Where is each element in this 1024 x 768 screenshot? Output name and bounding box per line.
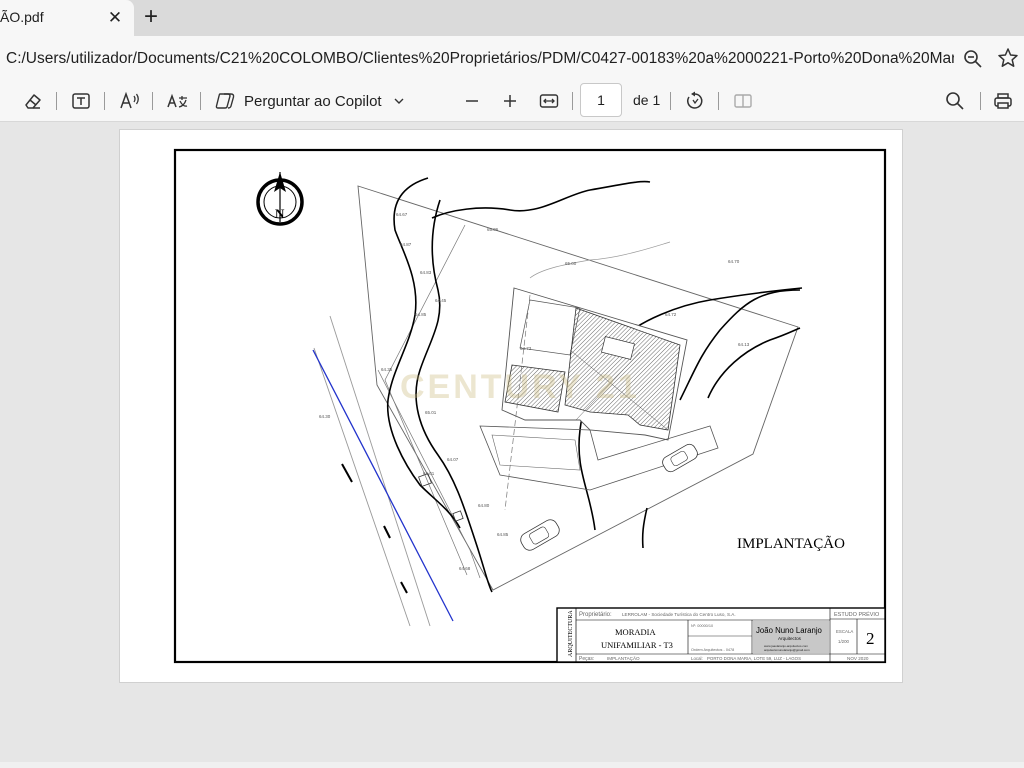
svg-text:64.73: 64.73 [520, 346, 532, 351]
zoom-out-button[interactable] [460, 88, 484, 114]
page-total: de 1 [633, 92, 661, 108]
svg-text:64.35: 64.35 [381, 367, 393, 372]
zoom-out-icon[interactable] [962, 48, 984, 70]
rotate-icon [687, 91, 703, 109]
svg-text:NOV 2020: NOV 2020 [847, 656, 869, 661]
svg-text:64.83: 64.83 [420, 270, 432, 275]
toolbar-divider [200, 92, 201, 110]
copilot-button[interactable]: Perguntar ao Copilot [214, 88, 406, 114]
copilot-icon [215, 93, 235, 109]
title-block: ARQUITECTURA Proprietário: LERROLAM - So… [556, 607, 886, 663]
svg-text:LERROLAM - Sociedade Turística: LERROLAM - Sociedade Turística do Centro… [622, 612, 736, 617]
svg-text:64.01: 64.01 [423, 471, 435, 476]
svg-text:65.06: 65.06 [487, 227, 499, 232]
svg-text:Proprietário:: Proprietário: [579, 612, 612, 618]
svg-text:64.67: 64.67 [396, 212, 408, 217]
toolbar-divider [572, 92, 573, 110]
svg-text:Local:: Local: [691, 656, 703, 661]
fit-width-icon [539, 94, 559, 108]
toolbar-divider [980, 92, 981, 110]
svg-text:Peças:: Peças: [579, 656, 594, 662]
translate-button[interactable] [164, 88, 190, 114]
search-icon [946, 92, 964, 110]
svg-text:N: N [275, 206, 285, 221]
toolbar-divider [152, 92, 153, 110]
favorite-star-icon[interactable] [996, 46, 1020, 70]
svg-text:ESTUDO PRÉVIO: ESTUDO PRÉVIO [834, 611, 880, 618]
svg-text:1/200: 1/200 [838, 639, 850, 644]
two-page-button[interactable] [730, 88, 756, 114]
page-number-input[interactable] [580, 83, 622, 117]
status-strip [0, 762, 1024, 768]
text-box-icon [72, 93, 90, 109]
chevron-down-icon [394, 98, 404, 104]
svg-text:64.45: 64.45 [435, 298, 447, 303]
read-aloud-button[interactable] [116, 88, 144, 114]
zoom-in-button[interactable] [498, 88, 522, 114]
print-button[interactable] [990, 88, 1016, 114]
svg-text:64.07: 64.07 [447, 457, 459, 462]
url-field[interactable]: C:/Users/utilizador/Documents/C21%20COLO… [0, 42, 990, 74]
close-tab-icon[interactable]: ✕ [104, 7, 126, 29]
svg-text:64.68: 64.68 [459, 566, 471, 571]
svg-text:64.70: 64.70 [728, 259, 740, 264]
plus-icon [504, 95, 516, 107]
add-text-button[interactable] [68, 88, 94, 114]
svg-text:65.00: 65.00 [565, 261, 577, 266]
svg-text:Nº: 00000/10: Nº: 00000/10 [691, 624, 713, 628]
toolbar-divider [670, 92, 671, 110]
read-aloud-icon [120, 91, 139, 109]
svg-text:64.85: 64.85 [497, 532, 509, 537]
plan-title: IMPLANTAÇÃO [737, 536, 845, 552]
pdf-toolbar: Perguntar ao Copilot [0, 80, 1024, 122]
car-symbol [662, 443, 698, 473]
svg-text:João Nuno Laranjo: João Nuno Laranjo [756, 626, 823, 635]
minus-icon [466, 100, 478, 102]
browser-tab[interactable]: ÃO.pdf ✕ [0, 0, 134, 36]
north-arrow-icon: N [256, 172, 304, 226]
svg-text:64.87: 64.87 [400, 242, 412, 247]
watermark: CENTURY 21 [400, 368, 640, 406]
pdf-page[interactable]: 64.67 65.06 64.87 64.83 64.45 65.00 64.8… [119, 129, 903, 683]
toolbar-divider [718, 92, 719, 110]
svg-text:ESCALA: ESCALA [836, 629, 853, 634]
copilot-label: Perguntar ao Copilot [244, 92, 382, 110]
svg-text:65.01: 65.01 [425, 410, 437, 415]
svg-text:64.85: 64.85 [415, 312, 427, 317]
svg-text:arquitectonunolaranjo@gmail.co: arquitectonunolaranjo@gmail.com [764, 648, 810, 652]
rotate-button[interactable] [682, 88, 708, 114]
road-edge [313, 347, 411, 627]
fit-width-button[interactable] [536, 88, 562, 114]
toolbar-divider [56, 92, 57, 110]
svg-text:2: 2 [866, 629, 875, 648]
svg-text:64.80: 64.80 [478, 503, 490, 508]
url-text: C:/Users/utilizador/Documents/C21%20COLO… [6, 50, 954, 67]
two-page-icon [734, 94, 752, 108]
print-icon [994, 93, 1012, 109]
svg-text:PORTO DONA MARIA, LOTE 59, LUZ: PORTO DONA MARIA, LOTE 59, LUZ - LAGOS [707, 656, 801, 661]
svg-text:MORADIA: MORADIA [615, 627, 656, 637]
svg-text:Ordem Arquitectos - 0478: Ordem Arquitectos - 0478 [691, 648, 734, 652]
toolbar-divider [104, 92, 105, 110]
svg-text:64.30: 64.30 [319, 414, 331, 419]
svg-text:64.13: 64.13 [738, 342, 750, 347]
address-bar: C:/Users/utilizador/Documents/C21%20COLO… [0, 36, 1024, 80]
erase-button[interactable] [20, 88, 46, 114]
site-plan-drawing: 64.67 65.06 64.87 64.83 64.45 65.00 64.8… [173, 148, 887, 664]
tab-strip: ÃO.pdf ✕ + [0, 0, 1024, 36]
eraser-icon [25, 94, 41, 109]
svg-text:64.72: 64.72 [665, 312, 677, 317]
tab-title: ÃO.pdf [0, 9, 44, 25]
search-button[interactable] [942, 88, 968, 114]
translate-icon [167, 93, 188, 108]
svg-text:UNIFAMILIAR - T3: UNIFAMILIAR - T3 [601, 640, 673, 650]
new-tab-icon[interactable]: + [138, 3, 164, 30]
svg-text:IMPLANTAÇÃO: IMPLANTAÇÃO [607, 655, 640, 661]
car-symbol [520, 519, 560, 551]
svg-text:ARQUITECTURA: ARQUITECTURA [568, 610, 574, 657]
svg-text:Arquitectos: Arquitectos [778, 636, 802, 641]
